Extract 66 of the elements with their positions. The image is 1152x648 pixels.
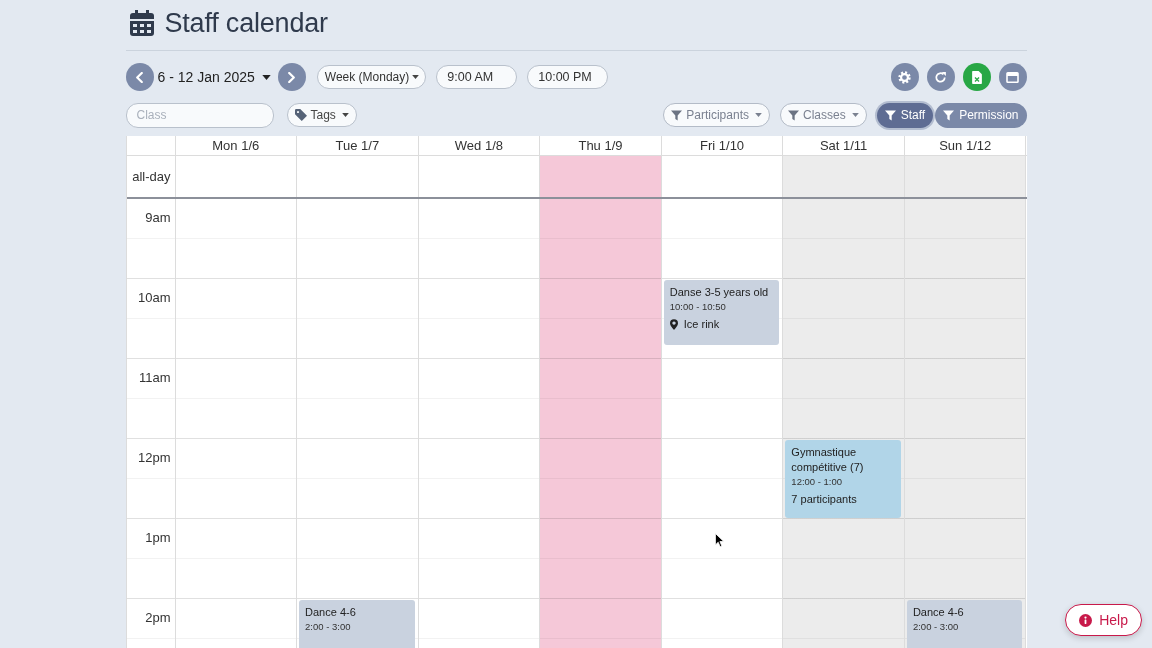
column-header: Mon 1/6 (175, 136, 298, 155)
all-day-label: all-day (132, 169, 171, 184)
filter-icon (884, 109, 896, 121)
event-time: 2:00 - 3:00 (912, 620, 960, 633)
event-title: Dance 4-6 (305, 605, 357, 620)
start-time-field[interactable]: 9:00 AM (436, 65, 518, 89)
caret-down-icon (755, 113, 762, 117)
caret-down-icon (851, 113, 859, 117)
time-label: 12pm (137, 450, 171, 466)
event-title: Danse 3-5 years old (669, 285, 770, 300)
tags-dropdown[interactable]: Tags (286, 103, 357, 127)
column-header: Thu 1/9 (540, 136, 662, 155)
caret-down-icon (412, 75, 420, 79)
help-button[interactable]: Help (1065, 604, 1142, 636)
chevron-right-icon (287, 71, 297, 83)
filter-dropdown[interactable]: Participants (663, 103, 770, 127)
column-header: Wed 1/8 (418, 136, 541, 155)
calendar-icon (129, 10, 154, 36)
event-card[interactable]: Gymnastique compétitive (7) 12:00 - 1:00 7 participants (785, 440, 901, 518)
spreadsheet-icon (971, 70, 982, 84)
window-button[interactable] (998, 63, 1027, 91)
caret-down-icon (341, 113, 349, 117)
event-participants: 7 participants (791, 493, 858, 505)
mouse-pointer-icon (715, 533, 724, 547)
column-header: Sat 1/11 (783, 136, 905, 155)
caret-down-icon (261, 74, 271, 80)
time-label: 9am (145, 210, 171, 226)
next-week-button[interactable] (277, 63, 306, 91)
event-card[interactable]: Danse 3-5 years old 10:00 - 10:50 Ice rink (663, 280, 780, 345)
event-time: 2:00 - 3:00 (305, 620, 352, 633)
settings-button[interactable] (890, 63, 919, 91)
time-label: 11am (138, 370, 171, 386)
event-card[interactable]: Dance 4-6 2:00 - 3:00 (906, 600, 1023, 648)
event-time: 12:00 - 1:00 (791, 475, 844, 488)
filter-toggle[interactable]: Permission (935, 102, 1027, 128)
previous-week-button[interactable] (125, 63, 154, 91)
column-header: Tue 1/7 (297, 136, 419, 155)
chevron-left-icon (135, 71, 144, 83)
filter-icon (943, 109, 955, 121)
class-search-field[interactable]: Class (125, 102, 274, 128)
filter-toggle[interactable]: Staff (876, 102, 934, 128)
filter-dropdown[interactable]: Classes (780, 103, 867, 127)
column-header: Sun 1/12 (904, 136, 1027, 155)
page-title: Staff calendar (164, 7, 328, 39)
event-title: Gymnastique compétitive (7) (791, 445, 865, 475)
time-label: 10am (137, 290, 171, 306)
window-icon (1006, 71, 1019, 83)
refresh-icon (934, 70, 947, 84)
map-pin-icon (669, 318, 678, 330)
event-card[interactable]: Dance 4-6 2:00 - 3:00 (299, 600, 415, 648)
view-dropdown[interactable]: Week (Monday) (316, 65, 427, 89)
filter-icon (671, 109, 683, 121)
column-header: Fri 1/10 (661, 136, 784, 155)
date-range-dropdown[interactable]: 6 - 12 Jan 2025 (157, 64, 271, 90)
event-location: Ice rink (683, 318, 720, 330)
time-label: 2pm (145, 610, 171, 626)
info-icon (1079, 613, 1093, 627)
gear-icon (898, 70, 911, 84)
event-title: Dance 4-6 (912, 605, 965, 620)
event-time: 10:00 - 10:50 (669, 300, 727, 313)
tag-icon (294, 109, 307, 121)
export-spreadsheet-button[interactable] (962, 63, 991, 91)
time-label: 1pm (145, 530, 171, 546)
end-time-field[interactable]: 10:00 PM (527, 65, 609, 89)
refresh-button[interactable] (926, 63, 955, 91)
filter-icon (788, 109, 799, 121)
